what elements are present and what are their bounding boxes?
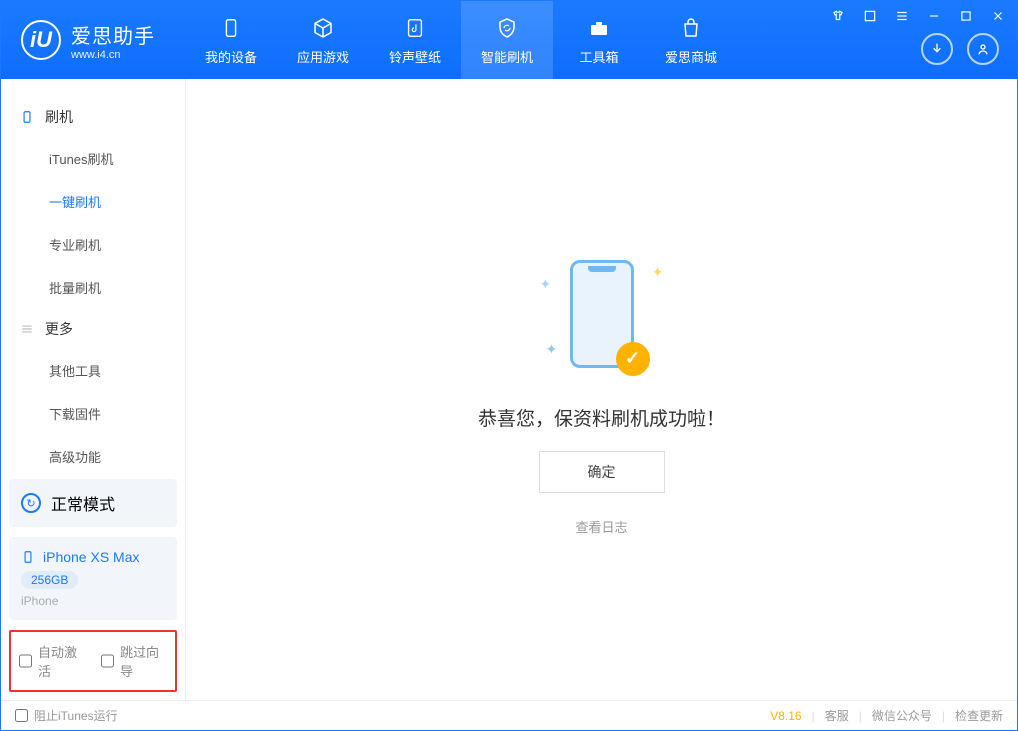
download-icon[interactable] — [921, 33, 953, 65]
app-header: iU 爱思助手 www.i4.cn 我的设备 应用游戏 铃声壁纸 智能刷机 工具… — [1, 1, 1017, 79]
auto-activate-checkbox[interactable]: 自动激活 — [19, 642, 85, 680]
group-title: 更多 — [45, 319, 73, 339]
tab-label: 智能刷机 — [481, 47, 533, 66]
view-log-link[interactable]: 查看日志 — [575, 517, 627, 536]
app-name: 爱思助手 — [71, 20, 155, 49]
ok-button[interactable]: 确定 — [539, 451, 665, 493]
footer-link-update[interactable]: 检查更新 — [955, 707, 1003, 724]
tshirt-icon[interactable] — [829, 7, 847, 25]
cube-icon — [310, 15, 336, 41]
logo: iU 爱思助手 www.i4.cn — [21, 20, 155, 61]
app-url: www.i4.cn — [71, 49, 155, 61]
group-title: 刷机 — [45, 107, 73, 127]
mode-icon: ↻ — [21, 493, 41, 513]
device-card[interactable]: iPhone XS Max 256GB iPhone — [9, 537, 177, 620]
sidebar: 刷机 iTunes刷机 一键刷机 专业刷机 批量刷机 更多 其他工具 下载固件 … — [1, 79, 186, 700]
check-badge-icon: ✓ — [616, 342, 650, 376]
version-label: V8.16 — [770, 709, 801, 723]
music-file-icon — [402, 15, 428, 41]
toolbox-icon — [586, 15, 612, 41]
sidebar-item-oneclick-flash[interactable]: 一键刷机 — [1, 180, 185, 223]
sidebar-item-pro-flash[interactable]: 专业刷机 — [1, 223, 185, 266]
close-icon[interactable] — [989, 7, 1007, 25]
logo-icon: iU — [21, 20, 61, 60]
skip-guide-checkbox[interactable]: 跳过向导 — [101, 642, 167, 680]
mode-card[interactable]: ↻ 正常模式 — [9, 479, 177, 527]
sidebar-item-other-tools[interactable]: 其他工具 — [1, 349, 185, 392]
list-icon[interactable] — [893, 7, 911, 25]
phone-icon — [19, 109, 35, 125]
sidebar-group-flash: 刷机 — [1, 97, 185, 137]
menu-icon[interactable] — [861, 7, 879, 25]
mode-label: 正常模式 — [51, 491, 115, 515]
tab-label: 应用游戏 — [297, 47, 349, 66]
device-icon — [218, 15, 244, 41]
highlighted-options: 自动激活 跳过向导 — [9, 630, 177, 692]
tab-label: 爱思商城 — [665, 47, 717, 66]
tab-store[interactable]: 爱思商城 — [645, 1, 737, 79]
main-content: ✦ ✦ ✦ ✓ 恭喜您，保资料刷机成功啦！ 确定 查看日志 — [186, 79, 1017, 700]
success-illustration: ✦ ✦ ✦ ✓ — [522, 244, 682, 384]
user-icon[interactable] — [967, 33, 999, 65]
footer-link-support[interactable]: 客服 — [825, 707, 849, 724]
spark-icon: ✦ — [540, 276, 552, 293]
footer-link-wechat[interactable]: 微信公众号 — [872, 707, 932, 724]
header-actions — [921, 33, 999, 65]
device-storage: 256GB — [21, 571, 78, 589]
tab-label: 铃声壁纸 — [389, 47, 441, 66]
tab-label: 工具箱 — [579, 47, 618, 66]
sidebar-item-itunes-flash[interactable]: iTunes刷机 — [1, 137, 185, 180]
tab-toolbox[interactable]: 工具箱 — [553, 1, 645, 79]
footer: 阻止iTunes运行 V8.16 | 客服 | 微信公众号 | 检查更新 — [1, 700, 1017, 730]
tab-smart-flash[interactable]: 智能刷机 — [461, 1, 553, 79]
device-type: iPhone — [21, 594, 165, 608]
sidebar-item-batch-flash[interactable]: 批量刷机 — [1, 266, 185, 309]
nav-tabs: 我的设备 应用游戏 铃声壁纸 智能刷机 工具箱 爱思商城 — [185, 1, 737, 79]
maximize-icon[interactable] — [957, 7, 975, 25]
tab-app-games[interactable]: 应用游戏 — [277, 1, 369, 79]
phone-icon — [21, 550, 35, 564]
block-itunes-checkbox[interactable] — [15, 709, 28, 722]
window-controls — [829, 7, 1007, 25]
sidebar-group-more: 更多 — [1, 309, 185, 349]
tab-my-device[interactable]: 我的设备 — [185, 1, 277, 79]
menu-icon — [19, 321, 35, 337]
bag-icon — [678, 15, 704, 41]
tab-label: 我的设备 — [205, 47, 257, 66]
spark-icon: ✦ — [546, 341, 558, 358]
sidebar-item-advanced[interactable]: 高级功能 — [1, 435, 185, 478]
refresh-shield-icon — [494, 15, 520, 41]
sidebar-item-download-firmware[interactable]: 下载固件 — [1, 392, 185, 435]
minimize-icon[interactable] — [925, 7, 943, 25]
block-itunes-label: 阻止iTunes运行 — [34, 707, 118, 724]
success-message: 恭喜您，保资料刷机成功啦！ — [478, 404, 725, 431]
tab-ringtones[interactable]: 铃声壁纸 — [369, 1, 461, 79]
spark-icon: ✦ — [652, 264, 664, 281]
device-name: iPhone XS Max — [43, 549, 140, 565]
